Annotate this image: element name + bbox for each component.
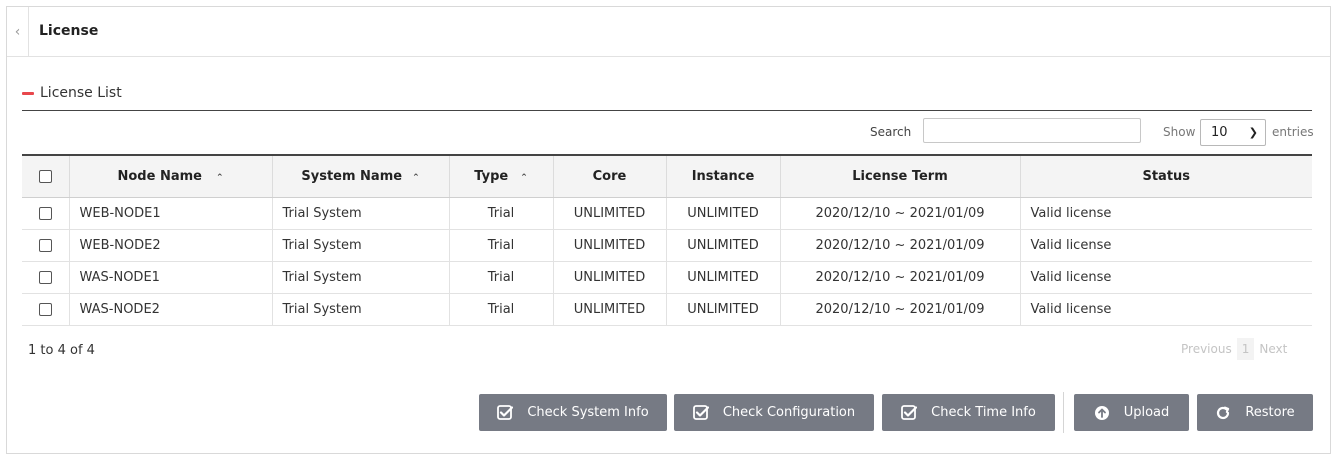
system-name-cell: Trial System (271, 229, 449, 262)
sort-asc-icon: ⌃ (520, 172, 528, 183)
node-name-cell: WEB-NODE2 (68, 229, 272, 262)
core-cell: UNLIMITED (552, 197, 666, 230)
section-divider (22, 110, 1312, 111)
table-info: 1 to 4 of 4 (28, 343, 95, 358)
instance-cell: UNLIMITED (665, 229, 780, 262)
system-name-cell: Trial System (271, 293, 449, 326)
core-cell: UNLIMITED (552, 229, 666, 262)
check-time-info-button[interactable]: Check Time Info (882, 394, 1055, 431)
check-time-info-label: Check Time Info (931, 405, 1036, 420)
row-select-cell (22, 261, 69, 294)
select-all-checkbox[interactable] (38, 169, 52, 183)
column-header-node-name[interactable]: Node Name ⌃ (68, 154, 272, 198)
row-select-cell (22, 293, 69, 326)
restore-button[interactable]: Restore (1197, 394, 1313, 431)
table-row[interactable]: WEB-NODE2 Trial System Trial UNLIMITED U… (22, 229, 1312, 262)
node-name-cell: WEB-NODE1 (68, 197, 272, 230)
status-cell: Valid license (1019, 229, 1312, 262)
upload-label: Upload (1123, 405, 1170, 420)
license-term-cell: 2020/12/10 ~ 2021/01/09 (779, 261, 1020, 294)
search-label: Search (870, 125, 912, 139)
instance-cell: UNLIMITED (665, 293, 780, 326)
system-name-cell: Trial System (271, 261, 449, 294)
previous-page-button[interactable]: Previous (1176, 338, 1237, 360)
refresh-icon (1215, 405, 1231, 421)
node-name-cell: WAS-NODE2 (68, 293, 272, 326)
instance-cell: UNLIMITED (665, 197, 780, 230)
row-select-cell (22, 197, 69, 230)
check-configuration-button[interactable]: Check Configuration (674, 394, 874, 431)
check-square-icon (497, 404, 514, 421)
instance-cell: UNLIMITED (665, 261, 780, 294)
table-header-row: Node Name ⌃ System Name ⌃ Type ⌃ Core Insta… (22, 154, 1312, 198)
page-length-value: 10 (1211, 125, 1228, 140)
column-header-instance: Instance (665, 154, 780, 198)
show-label: Show (1163, 125, 1196, 139)
system-name-cell: Trial System (271, 197, 449, 230)
row-checkbox[interactable] (38, 270, 52, 284)
column-header-system-name[interactable]: System Name ⌃ (271, 154, 449, 198)
page-header: ‹ License (7, 7, 1330, 57)
chevron-left-icon: ‹ (14, 24, 21, 40)
check-square-icon (901, 404, 918, 421)
check-system-info-button[interactable]: Check System Info (479, 394, 667, 431)
core-cell: UNLIMITED (552, 293, 666, 326)
type-cell: Trial (448, 197, 553, 230)
type-cell: Trial (448, 229, 553, 262)
upload-button[interactable]: Upload (1074, 394, 1189, 431)
row-checkbox[interactable] (38, 238, 52, 252)
entries-label: entries (1272, 125, 1314, 139)
column-header-status: Status (1019, 154, 1312, 198)
type-cell: Trial (448, 293, 553, 326)
table-row[interactable]: WAS-NODE2 Trial System Trial UNLIMITED U… (22, 293, 1312, 326)
section-title: License List (22, 85, 122, 101)
page-length-select[interactable]: 10 ❯ (1200, 119, 1266, 146)
license-table: Node Name ⌃ System Name ⌃ Type ⌃ Core Insta… (22, 154, 1312, 326)
page-title: License (39, 23, 99, 39)
page-1-button[interactable]: 1 (1236, 338, 1255, 360)
search-input[interactable] (923, 118, 1141, 143)
license-term-cell: 2020/12/10 ~ 2021/01/09 (779, 229, 1020, 262)
sort-asc-icon: ⌃ (215, 172, 224, 183)
row-checkbox[interactable] (38, 206, 52, 220)
node-name-cell: WAS-NODE1 (68, 261, 272, 294)
check-square-icon (692, 404, 709, 421)
check-system-info-label: Check System Info (527, 405, 649, 420)
upload-icon (1094, 405, 1110, 421)
check-configuration-label: Check Configuration (722, 405, 856, 420)
select-all-cell (22, 154, 69, 198)
license-term-cell: 2020/12/10 ~ 2021/01/09 (779, 197, 1020, 230)
pagination: Previous 1 Next (1176, 338, 1292, 360)
license-term-cell: 2020/12/10 ~ 2021/01/09 (779, 293, 1020, 326)
table-row[interactable]: WEB-NODE1 Trial System Trial UNLIMITED U… (22, 197, 1312, 230)
chevron-down-icon: ❯ (1248, 126, 1258, 139)
restore-label: Restore (1245, 405, 1295, 420)
column-header-license-term: License Term (779, 154, 1020, 198)
row-select-cell (22, 229, 69, 262)
core-cell: UNLIMITED (552, 261, 666, 294)
next-page-button[interactable]: Next (1254, 338, 1292, 360)
section-title-text: License List (40, 85, 122, 101)
type-cell: Trial (448, 261, 553, 294)
sort-asc-icon: ⌃ (412, 172, 420, 183)
column-header-type[interactable]: Type ⌃ (448, 154, 553, 198)
status-cell: Valid license (1019, 197, 1312, 230)
minus-icon (22, 91, 34, 95)
collapse-sidebar-button[interactable]: ‹ (7, 7, 29, 57)
button-divider (1063, 392, 1064, 433)
status-cell: Valid license (1019, 293, 1312, 326)
row-checkbox[interactable] (38, 302, 52, 316)
column-header-core: Core (552, 154, 666, 198)
table-row[interactable]: WAS-NODE1 Trial System Trial UNLIMITED U… (22, 261, 1312, 294)
status-cell: Valid license (1019, 261, 1312, 294)
